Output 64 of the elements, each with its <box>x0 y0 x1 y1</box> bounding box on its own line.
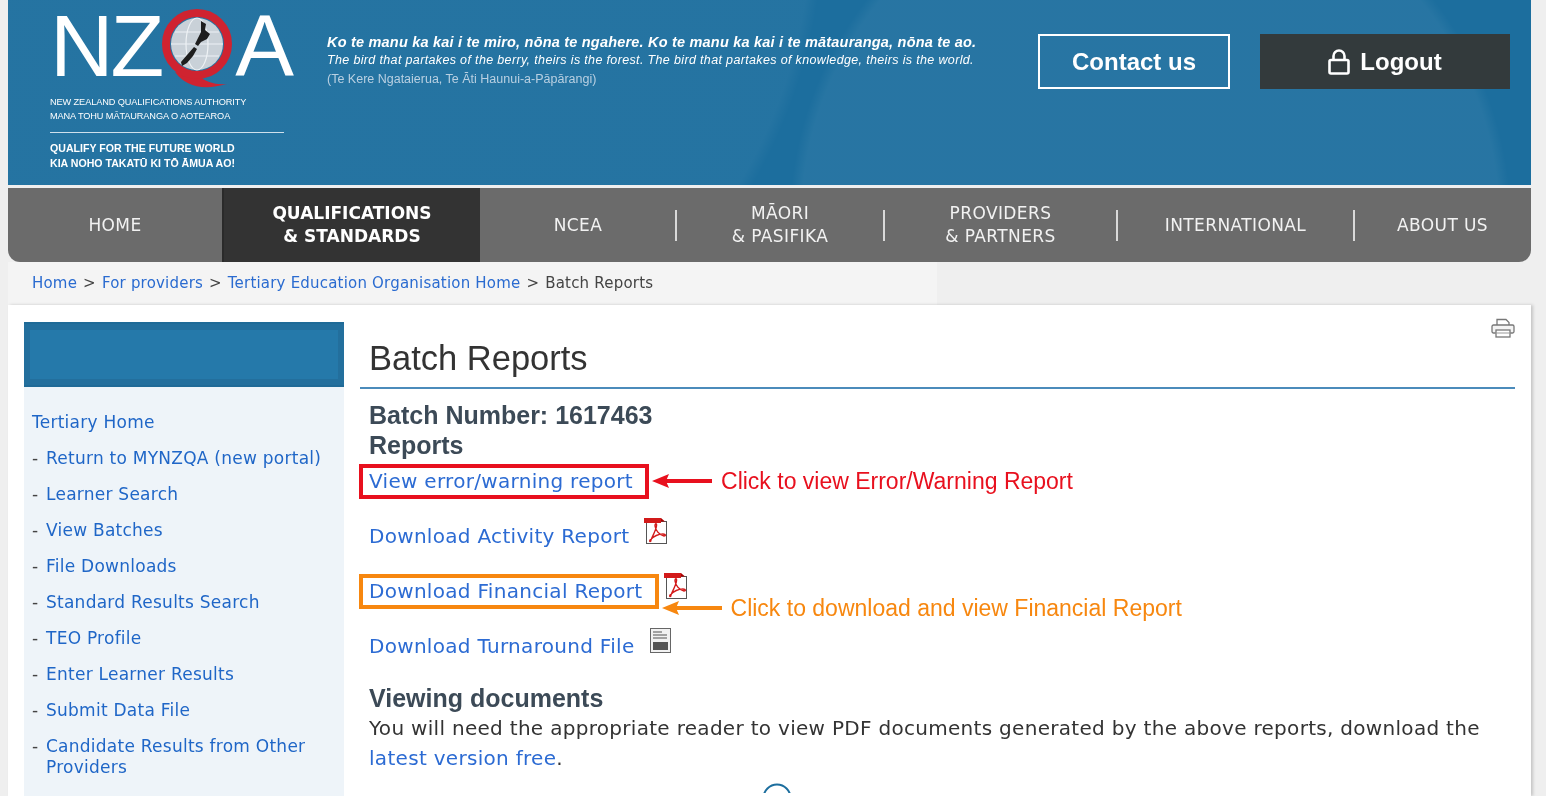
nav-tab[interactable]: NCEA <box>480 188 676 262</box>
list-dash: - <box>32 448 40 469</box>
list-dash: - <box>32 592 40 613</box>
breadcrumb-link[interactable]: Tertiary Education Organisation Home <box>227 272 521 295</box>
section-heading: Viewing documents <box>369 683 605 713</box>
sidebar-link[interactable]: File Downloads <box>46 556 177 577</box>
sidebar-link[interactable]: TEO Profile <box>46 628 142 649</box>
ring-icon <box>762 783 792 793</box>
section-heading: Reports <box>369 431 465 459</box>
proverb-text: Ko te manu ka kai i te miro, nōna te ngahere. Ko te manu ka kai i te mātauranga, nōna te ao. <box>327 33 978 51</box>
sidebar-link[interactable]: Standard Results Search <box>46 592 260 613</box>
sidebar-link[interactable]: Enter Learner Results <box>46 664 235 685</box>
annotation-text: Click to download and view Financial Report <box>730 593 1182 622</box>
breadcrumb-current: Batch Reports <box>545 273 654 295</box>
contact-button[interactable]: Contact us <box>1038 34 1230 89</box>
proverb-translation: The bird that partakes of the berry, theirs is the forest. The bird that partakes of knowledge, theirs is the world. <box>327 52 975 69</box>
list-dash: - <box>32 664 40 685</box>
logo-subtitle: MANA TOHU MĀTAURANGA O AOTEAROA <box>50 110 232 123</box>
logo-slogan: QUALIFY FOR THE FUTURE WORLD <box>50 141 236 156</box>
left-arrow-icon <box>661 600 722 615</box>
logout-button[interactable]: Logout <box>1260 34 1510 89</box>
sidebar-link[interactable]: Return to MYNZQA (new portal) <box>46 448 322 469</box>
pdf-file-icon <box>663 573 689 599</box>
batch-number: Batch Number: 1617463 <box>369 400 654 431</box>
nav-tab[interactable]: INTERNATIONAL <box>1117 188 1354 262</box>
list-dash: - <box>32 700 40 721</box>
proverb-attribution: (Te Kere Ngataierua, Te Āti Haunui-a-Pāpārangi) <box>327 71 598 88</box>
breadcrumb-separator: > <box>209 273 222 295</box>
nav-tab[interactable]: HOME <box>8 188 222 262</box>
nav-tab[interactable]: QUALIFICATIONS & STANDARDS <box>222 188 480 262</box>
sidebar-link[interactable]: Submit Data File <box>46 700 191 721</box>
lock-icon <box>1328 48 1351 75</box>
download-link[interactable]: latest version free <box>369 746 557 770</box>
document-icon <box>649 628 671 653</box>
sidebar-link[interactable]: Tertiary Home <box>32 412 155 433</box>
sidebar-link[interactable]: Learner Search <box>46 484 179 505</box>
breadcrumb-separator: > <box>83 273 96 295</box>
page-title: Batch Reports <box>369 339 588 377</box>
nav-tab[interactable]: ABOUT US <box>1354 188 1531 262</box>
list-dash: - <box>32 736 40 758</box>
sidebar-link[interactable]: View Batches <box>46 520 163 541</box>
info-paragraph: You will need the appropriate reader to view PDF documents generated by the above reports, download the latest version free. <box>369 715 1481 772</box>
report-link[interactable]: Download Activity Report <box>369 523 630 549</box>
nav-tab[interactable]: MĀORI & PASIFIKA <box>676 188 884 262</box>
pdf-file-icon <box>644 518 670 544</box>
nav-tab[interactable]: PROVIDERS & PARTNERS <box>884 188 1117 262</box>
sidebar-link[interactable]: Candidate Results from Other Providers <box>46 736 336 778</box>
logo-text: NZ <box>50 13 162 79</box>
logo-subtitle: NEW ZEALAND QUALIFICATIONS AUTHORITY <box>50 96 248 109</box>
list-dash: - <box>32 520 40 541</box>
logo-text: A <box>235 13 291 79</box>
left-arrow-icon <box>652 474 712 488</box>
report-link[interactable]: Download Turnaround File <box>369 633 635 659</box>
print-icon[interactable] <box>1491 318 1515 338</box>
list-dash: - <box>32 484 40 505</box>
breadcrumb-separator: > <box>526 273 540 295</box>
list-dash: - <box>32 556 40 577</box>
logo-slogan: KIA NOHO TAKATŪ KI TŌ ĀMUA AO! <box>50 156 236 171</box>
report-link[interactable]: View error/warning report <box>369 468 633 494</box>
breadcrumb-link[interactable]: Home <box>32 272 78 295</box>
breadcrumb-link[interactable]: For providers <box>101 272 203 295</box>
annotation-text: Click to view Error/Warning Report <box>721 467 1073 495</box>
report-link[interactable]: Download Financial Report <box>369 578 643 604</box>
list-dash: - <box>32 628 40 649</box>
